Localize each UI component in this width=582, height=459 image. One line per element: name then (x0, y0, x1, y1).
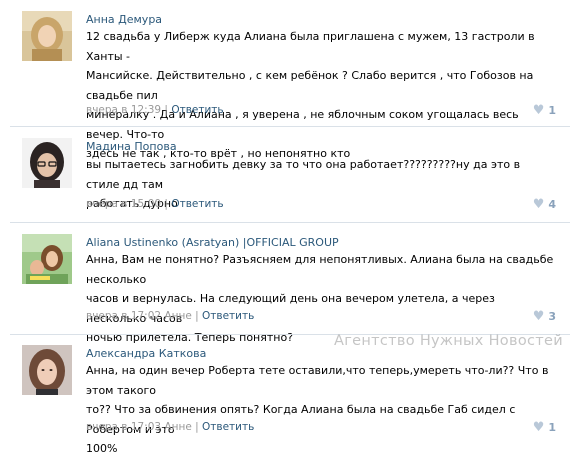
separator: | (164, 198, 168, 210)
comment-text-line: Анна, на один вечер Роберта тете оставил… (86, 364, 549, 397)
comment-author[interactable]: Мадина Попова (86, 140, 177, 153)
comment-text-line: Анна, Вам не понятно? Разъясняем для неп… (86, 253, 554, 286)
like-button[interactable]: ♥ 1 (533, 421, 556, 434)
like-button[interactable]: ♥ 3 (533, 310, 556, 323)
separator: | (164, 104, 168, 116)
heart-icon: ♥ (532, 309, 545, 324)
like-button[interactable]: ♥ 1 (533, 104, 556, 117)
like-count: 3 (548, 310, 556, 323)
avatar-image (22, 138, 72, 188)
separator: | (195, 310, 199, 322)
heart-icon: ♥ (532, 103, 545, 118)
like-count: 1 (548, 104, 556, 117)
like-count: 1 (548, 421, 556, 434)
reply-link[interactable]: Ответить (202, 310, 254, 322)
comment-meta: вчера в 17:02 Анне | Ответить (86, 310, 254, 322)
separator: | (195, 421, 199, 433)
reply-link[interactable]: Ответить (202, 421, 254, 433)
comment-text-line: то?? Что за обвинения опять? Когда Алиан… (86, 403, 516, 436)
avatar[interactable] (22, 11, 72, 61)
avatar-image (22, 345, 72, 395)
comment-text: Анна, на один вечер Роберта тете оставил… (86, 361, 556, 459)
avatar[interactable] (22, 345, 72, 395)
comment-meta: вчера в 12:39 | Ответить (86, 104, 224, 116)
comment-author[interactable]: Aliana Ustinenko (Asratyan) |OFFICIAL GR… (86, 236, 339, 249)
avatar-image (22, 11, 72, 61)
reply-link[interactable]: Ответить (171, 198, 223, 210)
avatar[interactable] (22, 234, 72, 284)
comment-meta: вчера в 15:00 | Ответить (86, 198, 224, 210)
divider (10, 126, 570, 127)
comment-text-line: Мансийске. Действительно , с кем ребёнок… (86, 69, 534, 102)
comment-text-line: часов и вернулась. На следующий день она… (86, 292, 495, 325)
comment-author[interactable]: Анна Демура (86, 13, 162, 26)
heart-icon: ♥ (532, 197, 545, 212)
comment-text-line: 12 свадьба у Либерж куда Алиана была при… (86, 30, 535, 63)
heart-icon: ♥ (532, 420, 545, 435)
comment-text-line: вы пытаетесь загнобить девку за то что о… (86, 158, 521, 191)
watermark: Агентство Нужных Новостей (334, 333, 563, 349)
avatar[interactable] (22, 138, 72, 188)
comment-meta: вчера в 17:03 Анне | Ответить (86, 421, 254, 433)
comment-time[interactable]: вчера в 17:03 Анне (86, 421, 192, 433)
avatar-image (22, 234, 72, 284)
divider (10, 222, 570, 223)
like-count: 4 (548, 198, 556, 211)
comment-time[interactable]: вчера в 17:02 Анне (86, 310, 192, 322)
comment-time[interactable]: вчера в 15:00 (86, 198, 161, 210)
like-button[interactable]: ♥ 4 (533, 198, 556, 211)
comment-time[interactable]: вчера в 12:39 (86, 104, 161, 116)
comment-author[interactable]: Александра Каткова (86, 347, 206, 360)
reply-link[interactable]: Ответить (171, 104, 223, 116)
